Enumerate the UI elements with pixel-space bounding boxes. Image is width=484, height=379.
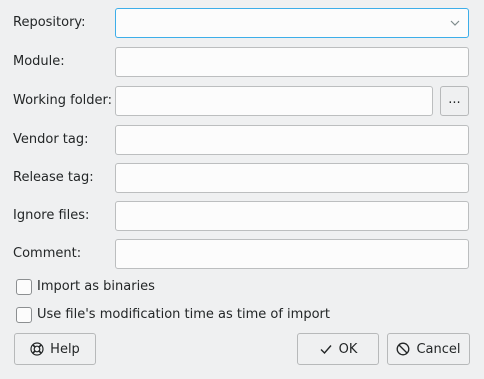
cancel-button[interactable]: Cancel bbox=[387, 333, 470, 365]
repository-combobox[interactable] bbox=[115, 8, 469, 38]
help-button-label: Help bbox=[50, 341, 80, 357]
vendor-tag-row: Vendor tag: bbox=[0, 125, 484, 155]
chevron-down-icon[interactable] bbox=[449, 17, 461, 29]
comment-label: Comment: bbox=[13, 246, 82, 261]
ignore-files-input[interactable] bbox=[115, 201, 469, 231]
release-tag-input[interactable] bbox=[115, 163, 469, 193]
checkmark-icon bbox=[320, 345, 332, 355]
module-label: Module: bbox=[13, 54, 65, 69]
lifebuoy-icon bbox=[30, 342, 44, 356]
help-button[interactable]: Help bbox=[14, 333, 96, 365]
ignore-files-label: Ignore files: bbox=[13, 208, 90, 223]
vendor-tag-input[interactable] bbox=[115, 125, 469, 155]
use-mod-time-checkbox[interactable] bbox=[16, 307, 32, 323]
module-row: Module: bbox=[0, 47, 484, 77]
module-input[interactable] bbox=[115, 47, 469, 77]
repository-label: Repository: bbox=[13, 15, 86, 30]
import-binaries-label[interactable]: Import as binaries bbox=[37, 278, 155, 296]
release-tag-row: Release tag: bbox=[0, 163, 484, 193]
use-mod-time-label[interactable]: Use file's modification time as time of … bbox=[37, 306, 330, 324]
comment-row: Comment: bbox=[0, 239, 484, 269]
cancel-icon bbox=[397, 342, 410, 356]
ignore-files-row: Ignore files: bbox=[0, 201, 484, 231]
comment-input[interactable] bbox=[115, 239, 469, 269]
browse-folder-button[interactable]: ... bbox=[440, 86, 469, 116]
ok-button[interactable]: OK bbox=[297, 333, 379, 365]
vendor-tag-label: Vendor tag: bbox=[13, 132, 89, 147]
import-binaries-checkbox[interactable] bbox=[16, 279, 32, 295]
working-folder-input[interactable] bbox=[115, 86, 433, 116]
working-folder-label: Working folder: bbox=[13, 93, 113, 108]
release-tag-label: Release tag: bbox=[13, 170, 94, 185]
repository-row: Repository: bbox=[0, 8, 484, 38]
cancel-button-label: Cancel bbox=[416, 341, 461, 357]
ok-button-label: OK bbox=[338, 341, 358, 357]
working-folder-row: Working folder: ... bbox=[0, 86, 484, 116]
